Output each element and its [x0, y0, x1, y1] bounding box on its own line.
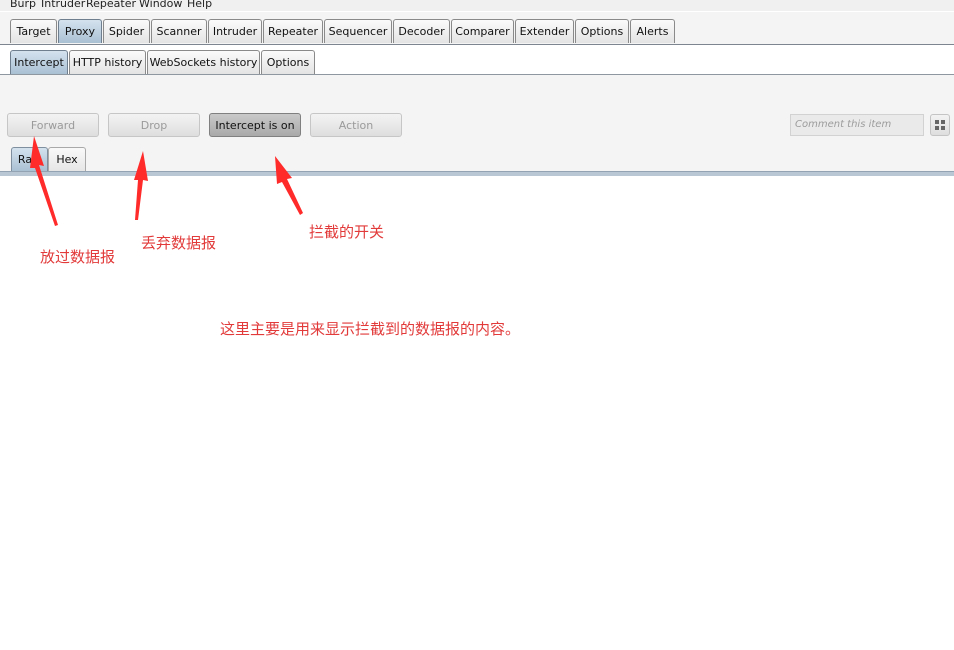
annotation-intercept: 拦截的开关: [309, 223, 385, 241]
action-button[interactable]: Action: [310, 113, 402, 137]
tab-intercept[interactable]: Intercept: [10, 50, 68, 74]
annotation-content: 这里主要是用来显示拦截到的数据报的内容。: [220, 320, 521, 338]
tab-target[interactable]: Target: [10, 19, 57, 43]
tab-alerts[interactable]: Alerts: [630, 19, 675, 43]
annotation-drop: 丢弃数据报: [141, 234, 217, 252]
menu-bar: Burp Intruder Repeater Window Help: [0, 0, 954, 11]
menu-help[interactable]: Help: [187, 0, 212, 11]
tab-scanner[interactable]: Scanner: [151, 19, 207, 43]
comment-input[interactable]: Comment this item: [790, 114, 924, 136]
tab-decoder[interactable]: Decoder: [393, 19, 450, 43]
tab-comparer[interactable]: Comparer: [451, 19, 514, 43]
tab-spider[interactable]: Spider: [103, 19, 150, 43]
tab-proxy-options[interactable]: Options: [261, 50, 315, 74]
forward-button[interactable]: Forward: [7, 113, 99, 137]
tab-http-history[interactable]: HTTP history: [69, 50, 146, 74]
menu-window[interactable]: Window: [139, 0, 182, 11]
drop-button[interactable]: Drop: [108, 113, 200, 137]
main-tab-bar: Target Proxy Spider Scanner Intruder Rep…: [0, 12, 954, 45]
grid-icon: [935, 120, 945, 130]
menu-intruder[interactable]: Intruder: [41, 0, 85, 11]
tab-extender[interactable]: Extender: [515, 19, 574, 43]
tab-intruder[interactable]: Intruder: [208, 19, 262, 43]
tab-websockets-history[interactable]: WebSockets history: [147, 50, 260, 74]
proxy-tab-bar: Intercept HTTP history WebSockets histor…: [0, 45, 954, 75]
annotation-forward: 放过数据报: [40, 248, 116, 266]
menu-burp[interactable]: Burp: [10, 0, 36, 11]
tab-repeater[interactable]: Repeater: [263, 19, 323, 43]
menu-repeater[interactable]: Repeater: [86, 0, 136, 11]
intercept-toggle-button[interactable]: Intercept is on: [209, 113, 301, 137]
tab-proxy[interactable]: Proxy: [58, 19, 102, 43]
tab-raw[interactable]: Raw: [11, 147, 48, 171]
tab-options[interactable]: Options: [575, 19, 629, 43]
layout-grid-button[interactable]: [930, 114, 950, 136]
tab-sequencer[interactable]: Sequencer: [324, 19, 392, 43]
tab-hex[interactable]: Hex: [48, 147, 86, 171]
